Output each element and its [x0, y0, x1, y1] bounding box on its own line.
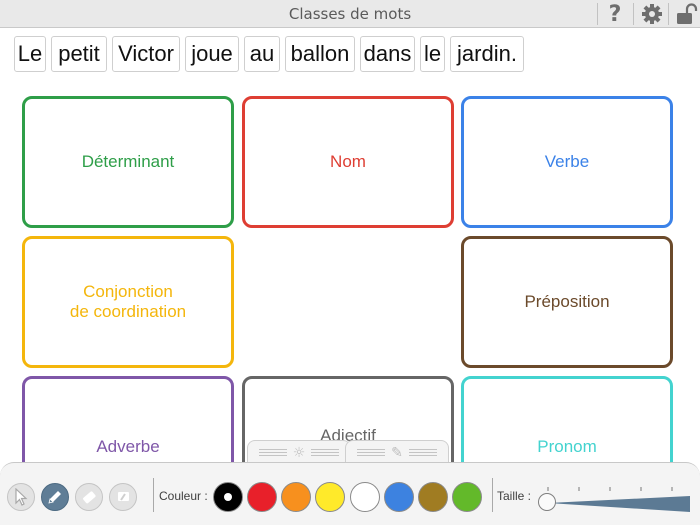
color-swatch[interactable] [213, 482, 243, 512]
title-separator [633, 3, 634, 25]
size-slider-handle[interactable] [538, 493, 556, 511]
word-tile[interactable]: petit [51, 36, 107, 72]
color-swatch[interactable] [452, 482, 482, 512]
color-swatch[interactable] [350, 482, 380, 512]
color-swatch[interactable] [384, 482, 414, 512]
eraser-icon [83, 491, 96, 504]
category-conjonction[interactable]: Conjonction de coordination [22, 236, 234, 368]
clear-tool-button[interactable] [109, 483, 137, 511]
category-preposition[interactable]: Préposition [461, 236, 673, 368]
grip-lines-icon [408, 449, 437, 456]
gear-icon: ☼ [292, 444, 306, 461]
size-label: Taille : [497, 489, 532, 503]
grip-lines-icon [311, 449, 340, 456]
word-tile[interactable]: dans [360, 36, 415, 72]
grip-lines-icon [357, 449, 386, 456]
size-slider[interactable] [544, 484, 694, 514]
clear-icon [118, 492, 129, 501]
word-tile[interactable]: joue [185, 36, 239, 72]
pencil-icon [48, 491, 61, 504]
cursor-tool-button[interactable] [7, 483, 35, 511]
color-swatch[interactable] [418, 482, 448, 512]
eraser-tool-button[interactable] [75, 483, 103, 511]
word-tile[interactable]: le [420, 36, 445, 72]
word-tile[interactable]: ballon [285, 36, 355, 72]
color-swatch[interactable] [281, 482, 311, 512]
toolbar-separator [153, 478, 154, 512]
toolbar-separator [492, 478, 493, 512]
word-tile[interactable]: au [244, 36, 280, 72]
pencil-icon: ✎ [391, 444, 403, 461]
title-separator [668, 3, 669, 25]
word-tile[interactable]: Le [14, 36, 46, 72]
category-nom[interactable]: Nom [242, 96, 454, 228]
title-bar: Classes de mots ? [0, 0, 700, 28]
help-icon[interactable]: ? [598, 0, 632, 28]
toolbar-tabs: ☼ ✎ [247, 440, 453, 464]
settings-tab[interactable]: ☼ [247, 440, 351, 464]
category-verbe[interactable]: Verbe [461, 96, 673, 228]
gear-icon[interactable] [635, 0, 669, 28]
grip-lines-icon [258, 449, 287, 456]
pencil-tool-button[interactable] [41, 483, 69, 511]
color-label: Couleur : [159, 489, 208, 503]
drawing-tab[interactable]: ✎ [345, 440, 449, 464]
word-tile[interactable]: jardin. [450, 36, 524, 72]
window-title: Classes de mots [288, 5, 412, 23]
word-tile[interactable]: Victor [112, 36, 180, 72]
app-window: Classes de mots ? Le petit Victor joue a… [0, 0, 700, 525]
category-determinant[interactable]: Déterminant [22, 96, 234, 228]
color-swatch[interactable] [315, 482, 345, 512]
color-swatch[interactable] [247, 482, 277, 512]
cursor-icon [15, 488, 28, 506]
unlock-icon[interactable] [670, 0, 700, 28]
